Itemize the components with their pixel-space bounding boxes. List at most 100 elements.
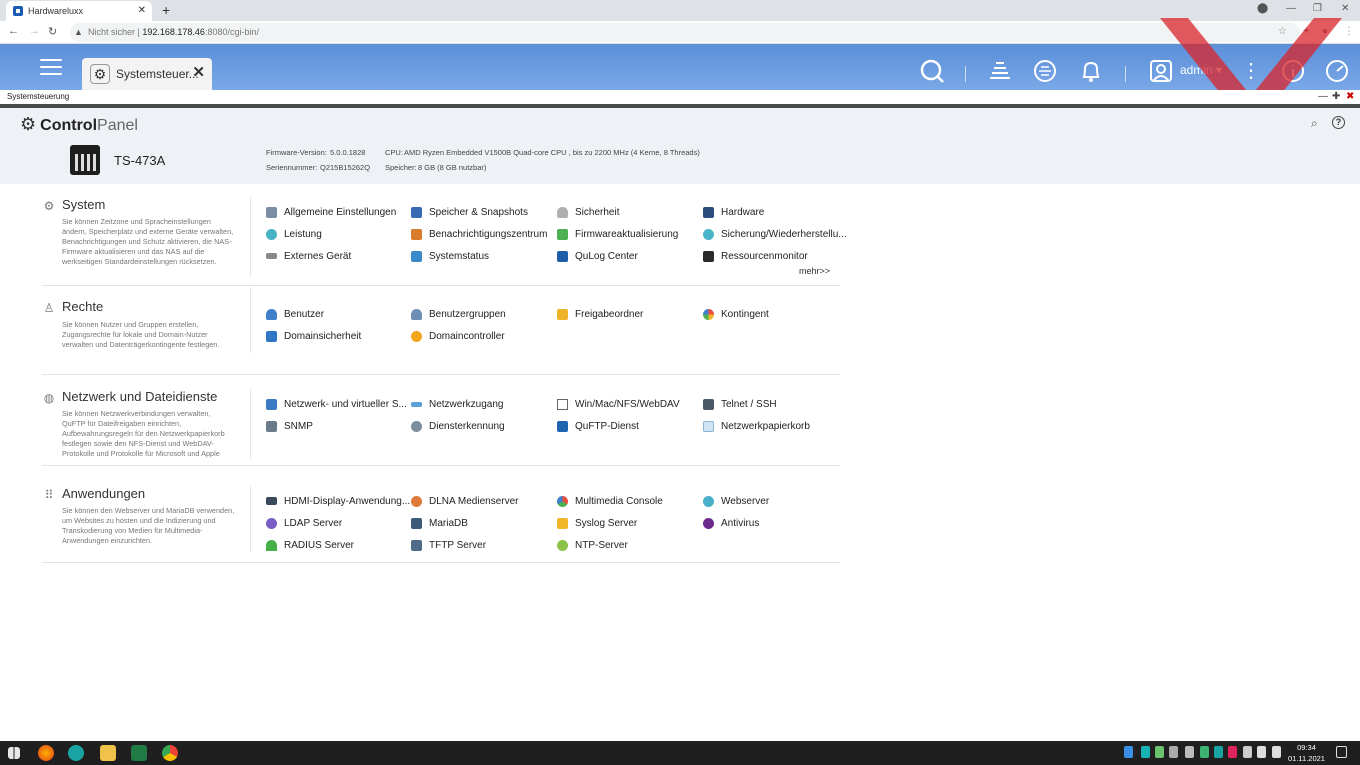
tray-app-icon[interactable] bbox=[1200, 746, 1209, 758]
shared-folder-icon bbox=[557, 308, 568, 320]
tray-app-icon[interactable] bbox=[1228, 746, 1237, 758]
item-hdmi-display[interactable]: HDMI-Display-Anwendung... bbox=[266, 494, 410, 508]
item-allgemeine-einstellungen[interactable]: Allgemeine Einstellungen bbox=[266, 205, 396, 219]
help-icon[interactable]: ? bbox=[1332, 116, 1345, 129]
item-antivirus[interactable]: Antivirus bbox=[703, 516, 759, 530]
item-netzwerkzugang[interactable]: Netzwerkzugang bbox=[411, 397, 503, 411]
browser-tab-title: Hardwareluxx bbox=[28, 6, 84, 16]
browser-tab[interactable]: Hardwareluxx ✕ bbox=[6, 1, 152, 21]
item-freigabeordner[interactable]: Freigabeordner bbox=[557, 307, 643, 321]
lock-icon bbox=[557, 206, 568, 218]
item-dlna-medienserver[interactable]: DLNA Medienserver bbox=[411, 494, 518, 508]
close-tab-icon[interactable]: ✕ bbox=[138, 5, 146, 16]
profile-icon[interactable]: ⬤ bbox=[1257, 3, 1268, 14]
cpu-value: AMD Ryzen Embedded V1500B Quad-core CPU … bbox=[404, 148, 700, 157]
minimize-icon[interactable]: — bbox=[1286, 3, 1296, 14]
item-benachrichtigungszentrum[interactable]: Benachrichtigungszentrum bbox=[411, 227, 547, 241]
item-tftp-server[interactable]: TFTP Server bbox=[411, 538, 486, 552]
window-maximize-icon[interactable]: ✚ bbox=[1332, 91, 1340, 102]
new-tab-button[interactable]: + bbox=[162, 2, 170, 18]
item-domaincontroller[interactable]: Domaincontroller bbox=[411, 329, 505, 343]
item-speicher-snapshots[interactable]: Speicher & Snapshots bbox=[411, 205, 528, 219]
monitor-icon bbox=[411, 250, 422, 262]
window-minimize-icon[interactable]: — bbox=[1318, 91, 1328, 102]
item-multimedia-console[interactable]: Multimedia Console bbox=[557, 494, 663, 508]
external-device-icon[interactable] bbox=[1032, 58, 1058, 84]
close-app-tab-icon[interactable]: ✕ bbox=[192, 63, 205, 81]
item-systemstatus[interactable]: Systemstatus bbox=[411, 249, 489, 263]
antivirus-icon bbox=[703, 517, 714, 529]
item-netzwerkpapierkorb[interactable]: Netzwerkpapierkorb bbox=[703, 419, 810, 433]
settings-icon bbox=[266, 206, 277, 218]
item-domainsicherheit[interactable]: Domainsicherheit bbox=[266, 329, 361, 343]
volume-icon[interactable] bbox=[1272, 746, 1281, 758]
taskbar-clock[interactable]: 09:34 01.11.2021 bbox=[1288, 742, 1325, 764]
app-tab-controlpanel[interactable]: ⚙ Systemsteuer... ✕ bbox=[82, 58, 212, 90]
item-qulog-center[interactable]: QuLog Center bbox=[557, 249, 638, 263]
main-menu-icon[interactable] bbox=[40, 59, 62, 79]
item-win-mac-nfs-webdav[interactable]: Win/Mac/NFS/WebDAV bbox=[557, 397, 680, 411]
search-icon[interactable] bbox=[919, 58, 945, 84]
network-icon[interactable] bbox=[1257, 746, 1266, 758]
item-leistung[interactable]: Leistung bbox=[266, 227, 322, 241]
tray-app-icon[interactable] bbox=[1243, 746, 1252, 758]
item-hardware[interactable]: Hardware bbox=[703, 205, 764, 219]
window-close-icon[interactable]: ✖ bbox=[1346, 91, 1354, 102]
windows-start-icon[interactable] bbox=[8, 747, 20, 759]
header-divider bbox=[1125, 66, 1126, 82]
item-benutzer[interactable]: Benutzer bbox=[266, 307, 324, 321]
item-syslog-server[interactable]: Syslog Server bbox=[557, 516, 637, 530]
item-snmp[interactable]: SNMP bbox=[266, 419, 313, 433]
tray-app-icon[interactable] bbox=[1185, 746, 1194, 758]
item-benutzergruppen[interactable]: Benutzergruppen bbox=[411, 307, 506, 321]
back-icon[interactable]: ← bbox=[8, 25, 19, 37]
firefox-icon[interactable] bbox=[38, 745, 54, 761]
gear-icon: ⚙ bbox=[43, 199, 55, 213]
window-close-icon[interactable]: ✕ bbox=[1341, 3, 1349, 14]
forward-icon[interactable]: → bbox=[29, 25, 40, 37]
reload-icon[interactable]: ↻ bbox=[48, 25, 57, 38]
more-link[interactable]: mehr>> bbox=[799, 266, 830, 276]
address-bar[interactable]: ▲ Nicht sicher | 192.168.178.46:8080/cgi… bbox=[70, 23, 1300, 42]
globe-icon bbox=[703, 495, 714, 507]
item-externes-geraet[interactable]: Externes Gerät bbox=[266, 249, 351, 263]
item-quftp-dienst[interactable]: QuFTP-Dienst bbox=[557, 419, 639, 433]
item-kontingent[interactable]: Kontingent bbox=[703, 307, 769, 321]
item-diensterkennung[interactable]: Diensterkennung bbox=[411, 419, 505, 433]
item-telnet-ssh[interactable]: Telnet / SSH bbox=[703, 397, 777, 411]
section-divider bbox=[250, 389, 251, 459]
item-netzwerk-virtueller-switch[interactable]: Netzwerk- und virtueller S... bbox=[266, 397, 407, 411]
excel-icon[interactable] bbox=[131, 745, 147, 761]
tray-app-icon[interactable] bbox=[1169, 746, 1178, 758]
item-ldap-server[interactable]: LDAP Server bbox=[266, 516, 342, 530]
item-radius-server[interactable]: RADIUS Server bbox=[266, 538, 354, 552]
tray-app-icon[interactable] bbox=[1124, 746, 1133, 758]
browser-menu-icon[interactable]: ⋮ bbox=[1344, 26, 1354, 37]
section-description: Sie können Netzwerkverbindungen verwalte… bbox=[62, 409, 225, 458]
qfinder-icon[interactable] bbox=[68, 745, 84, 761]
wifi-icon bbox=[266, 539, 277, 551]
item-ressourcenmonitor[interactable]: Ressourcenmonitor bbox=[703, 249, 808, 263]
tray-app-icon[interactable] bbox=[1214, 746, 1223, 758]
file-explorer-icon[interactable] bbox=[100, 745, 116, 761]
item-mariadb[interactable]: MariaDB bbox=[411, 516, 468, 530]
item-sicherung-wiederherstellung[interactable]: Sicherung/Wiederherstellu... bbox=[703, 227, 847, 241]
search-icon[interactable]: ⌕ bbox=[1311, 116, 1318, 131]
domain-controller-icon bbox=[411, 330, 422, 342]
item-firmwareaktualisierung[interactable]: Firmwareaktualisierung bbox=[557, 227, 678, 241]
memory-label: Speicher: bbox=[385, 163, 417, 172]
serial-label: Seriennummer: bbox=[266, 163, 318, 172]
item-webserver[interactable]: Webserver bbox=[703, 494, 769, 508]
recycle-bin-icon bbox=[703, 420, 714, 432]
tray-app-icon[interactable] bbox=[1155, 746, 1164, 758]
app-tab-label: Systemsteuer... bbox=[116, 67, 199, 81]
action-center-icon[interactable] bbox=[1336, 746, 1347, 758]
tray-app-icon[interactable] bbox=[1141, 746, 1150, 758]
item-ntp-server[interactable]: NTP-Server bbox=[557, 538, 628, 552]
notification-bell-icon[interactable] bbox=[1078, 58, 1104, 84]
chrome-icon[interactable] bbox=[162, 745, 178, 761]
network-access-icon bbox=[411, 401, 422, 407]
background-tasks-icon[interactable] bbox=[987, 58, 1013, 84]
item-sicherheit[interactable]: Sicherheit bbox=[557, 205, 619, 219]
restore-icon[interactable]: ❐ bbox=[1313, 3, 1322, 14]
